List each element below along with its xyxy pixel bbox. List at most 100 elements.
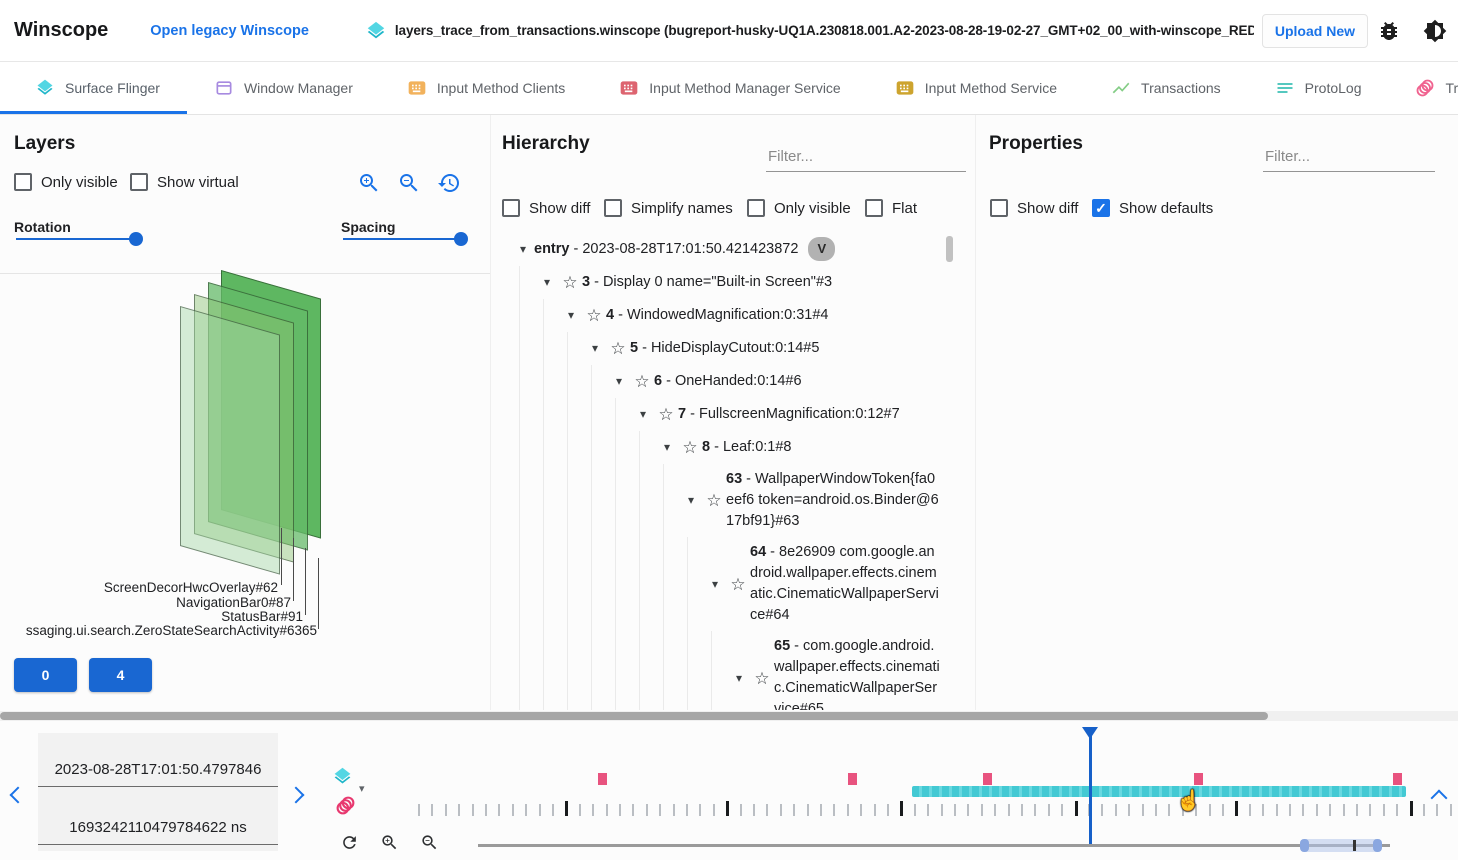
transition-marker[interactable] <box>983 773 992 785</box>
show-diff-checkbox-row: Show diff <box>502 199 590 217</box>
simplify-names-checkbox[interactable] <box>604 199 622 217</box>
star-icon[interactable]: ☆ <box>582 305 606 326</box>
timestamp-human-field[interactable]: 2023-08-28T17:01:50.4797846 <box>38 761 278 787</box>
header: Winscope Open legacy Winscope layers_tra… <box>0 0 1458 62</box>
hierarchy-filter-input[interactable] <box>766 146 966 172</box>
horizontal-scrollbar-thumb[interactable] <box>0 712 1268 720</box>
star-icon[interactable]: ☆ <box>750 668 774 689</box>
star-icon[interactable]: ☆ <box>606 338 630 359</box>
star-icon[interactable]: ☆ <box>726 574 750 595</box>
hand-cursor: ☝ <box>1176 788 1201 813</box>
rotation-slider-track[interactable] <box>16 238 138 240</box>
winscope-app: Winscope Open legacy Winscope layers_tra… <box>0 0 1458 860</box>
transition-marker[interactable] <box>1393 773 1402 785</box>
tree-node-entry[interactable]: ▾ entry - 2023-08-28T17:01:50.421423872V <box>492 232 954 266</box>
star-icon[interactable]: ☆ <box>654 404 678 425</box>
zoom-range-track[interactable] <box>478 844 1390 847</box>
zoom-range-handle-left[interactable] <box>1300 839 1309 852</box>
tab-transitions[interactable]: Tr <box>1388 62 1458 114</box>
tab-protolog[interactable]: ProtoLog <box>1248 62 1389 114</box>
trace-file-row: layers_trace_from_transactions.winscope … <box>365 20 1254 42</box>
tree-node[interactable]: ▾☆ 63 - WallpaperWindowToken{fa0eef6 tok… <box>492 464 954 537</box>
bug-report-icon[interactable] <box>1372 14 1406 48</box>
properties-show-diff-checkbox[interactable] <box>990 199 1008 217</box>
timeline-zoom-out-icon[interactable] <box>420 833 439 857</box>
label-leader-line <box>318 558 319 629</box>
collapse-caret-icon[interactable]: ▾ <box>536 272 558 293</box>
chevron-down-icon[interactable]: ▾ <box>359 782 365 795</box>
collapse-caret-icon[interactable]: ▾ <box>680 490 702 511</box>
collapse-caret-icon[interactable]: ▾ <box>656 437 678 458</box>
tree-node[interactable]: ▾☆ 8 - Leaf:0:1#8 <box>492 431 954 464</box>
display-select-button[interactable]: 4 <box>89 658 152 692</box>
v-badge: V <box>808 237 835 261</box>
flat-checkbox-row: Flat <box>865 199 917 217</box>
timeline-cursor[interactable] <box>1089 727 1092 845</box>
transition-marker[interactable] <box>1194 773 1203 785</box>
tab-surface-flinger[interactable]: Surface Flinger <box>0 62 187 114</box>
tab-input-method-manager-service[interactable]: Input Method Manager Service <box>592 62 867 114</box>
timestamp-ns-field[interactable]: 1693242110479784622 ns <box>38 819 278 845</box>
refresh-icon[interactable] <box>340 833 359 857</box>
collapse-caret-icon[interactable]: ▾ <box>608 371 630 392</box>
tab-transactions[interactable]: Transactions <box>1084 62 1248 114</box>
tab-input-method-clients[interactable]: Input Method Clients <box>380 62 592 114</box>
timeline-cursor-handle[interactable] <box>1082 727 1098 739</box>
list-icon <box>1275 78 1295 98</box>
reset-view-icon[interactable] <box>437 171 461 195</box>
tree-node[interactable]: ▾☆ 7 - FullscreenMagnification:0:12#7 <box>492 398 954 431</box>
zoom-range-selector[interactable] <box>1300 839 1382 852</box>
sf-trace-icon[interactable] <box>332 766 353 792</box>
rotation-slider-thumb[interactable] <box>129 232 143 246</box>
layers-icon <box>35 78 55 98</box>
timeline-zoom-in-icon[interactable] <box>380 833 399 857</box>
display-select-button[interactable]: 0 <box>14 658 77 692</box>
layers-icon <box>365 20 387 42</box>
tab-input-method-service[interactable]: Input Method Service <box>868 62 1084 114</box>
tab-window-manager[interactable]: Window Manager <box>187 62 380 114</box>
collapse-caret-icon[interactable]: ▾ <box>704 574 726 595</box>
star-icon[interactable]: ☆ <box>678 437 702 458</box>
tree-node[interactable]: ▾☆ 64 - 8e26909 com.google.android.wallp… <box>492 537 954 631</box>
upload-new-button[interactable]: Upload New <box>1262 14 1368 48</box>
spacing-slider-track[interactable] <box>343 238 463 240</box>
star-icon[interactable]: ☆ <box>558 272 582 293</box>
zoom-range-handle-right[interactable] <box>1373 839 1382 852</box>
only-visible-checkbox-row: Only visible <box>14 173 118 191</box>
open-legacy-link[interactable]: Open legacy Winscope <box>150 23 309 39</box>
show-virtual-checkbox[interactable] <box>130 173 148 191</box>
layer-label: NavigationBar0#87 <box>0 595 291 610</box>
spacing-slider-thumb[interactable] <box>454 232 468 246</box>
dark-mode-icon[interactable] <box>1418 14 1452 48</box>
tree-node[interactable]: ▾☆ 5 - HideDisplayCutout:0:14#5 <box>492 332 954 365</box>
collapse-caret-icon[interactable]: ▾ <box>632 404 654 425</box>
transition-trace-icon[interactable] <box>335 795 356 821</box>
show-diff-checkbox[interactable] <box>502 199 520 217</box>
collapse-caret-icon[interactable]: ▾ <box>512 239 534 260</box>
hierarchy-only-visible-checkbox[interactable] <box>747 199 765 217</box>
tree-node[interactable]: ▾☆ 6 - OneHanded:0:14#6 <box>492 365 954 398</box>
tree-node[interactable]: ▾☆ 3 - Display 0 name="Built-in Screen"#… <box>492 266 954 299</box>
zoom-in-icon[interactable] <box>357 171 381 195</box>
properties-filter-input[interactable] <box>1263 146 1435 172</box>
tree-node[interactable]: ▾☆ 4 - WindowedMagnification:0:31#4 <box>492 299 954 332</box>
only-visible-checkbox[interactable] <box>14 173 32 191</box>
layer-sheet[interactable] <box>180 306 280 575</box>
hierarchy-scrollbar[interactable] <box>946 236 953 262</box>
star-icon[interactable]: ☆ <box>702 490 726 511</box>
show-defaults-checkbox[interactable] <box>1092 199 1110 217</box>
collapse-caret-icon[interactable]: ▾ <box>728 668 750 689</box>
label-leader-line <box>293 538 294 601</box>
timeline-ruler-ticks[interactable] <box>415 800 1455 818</box>
collapse-caret-icon[interactable]: ▾ <box>584 338 606 359</box>
only-visible-checkbox-row: Only visible <box>747 199 851 217</box>
transition-marker[interactable] <box>598 773 607 785</box>
tree-node[interactable]: ▾☆ 65 - com.google.android.wallpaper.eff… <box>492 631 954 710</box>
star-icon[interactable]: ☆ <box>630 371 654 392</box>
sf-trace-bar[interactable] <box>912 786 1406 797</box>
collapse-caret-icon[interactable]: ▾ <box>560 305 582 326</box>
layers-panel-title: Layers <box>14 133 75 155</box>
transition-marker[interactable] <box>848 773 857 785</box>
zoom-out-icon[interactable] <box>397 171 421 195</box>
flat-checkbox[interactable] <box>865 199 883 217</box>
